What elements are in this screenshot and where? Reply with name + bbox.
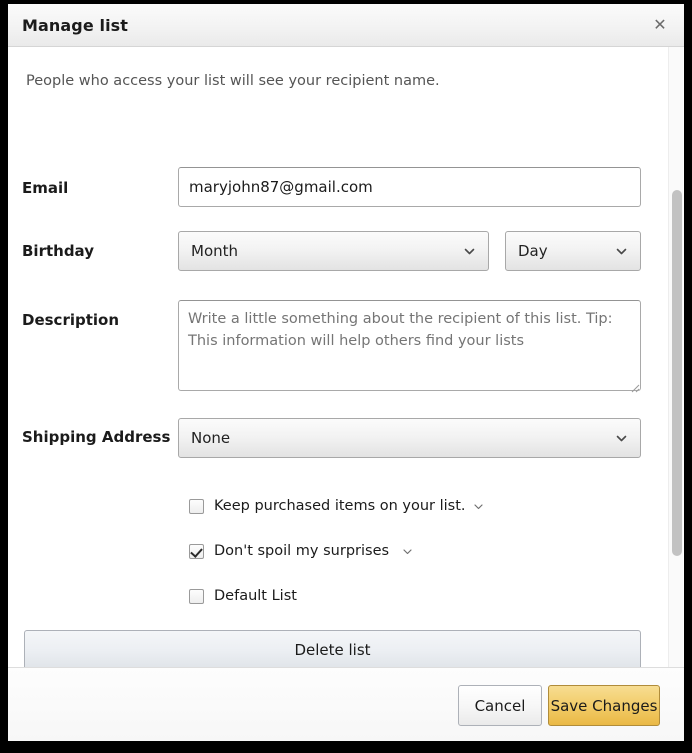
chevron-down-icon: [615, 432, 628, 445]
birthday-month-value: Month: [191, 242, 239, 260]
cancel-button[interactable]: Cancel: [458, 685, 542, 726]
checkbox-label-keep-purchased: Keep purchased items on your list.: [214, 498, 466, 514]
shipping-address-value: None: [191, 429, 231, 447]
dialog-footer: Cancel Save Changes: [8, 667, 684, 741]
dialog-body-content: People who access your list will see you…: [8, 47, 668, 667]
checkbox-label-default-list: Default List: [214, 588, 297, 604]
chevron-down-icon: [615, 245, 628, 258]
checkbox-dont-spoil[interactable]: [189, 543, 204, 559]
scrollbar-thumb[interactable]: [672, 190, 682, 556]
checkbox-row-default-list[interactable]: Default List: [189, 585, 297, 607]
birthday-day-select[interactable]: Day: [505, 231, 641, 271]
description-field[interactable]: [178, 300, 641, 391]
page-title: Manage list: [22, 16, 129, 35]
chevron-down-icon: [463, 245, 476, 258]
checkbox-row-dont-spoil[interactable]: Don't spoil my surprises: [189, 540, 413, 562]
intro-text: People who access your list will see you…: [26, 73, 440, 89]
checkbox-keep-purchased[interactable]: [189, 498, 204, 514]
birthday-month-select[interactable]: Month: [178, 231, 489, 271]
save-changes-button[interactable]: Save Changes: [548, 685, 660, 726]
close-icon[interactable]: ✕: [650, 15, 670, 35]
checkbox-default-list[interactable]: [189, 588, 204, 604]
scrollbar-track[interactable]: [668, 47, 683, 667]
shipping-address-label: Shipping Address: [22, 428, 171, 446]
checkbox-row-keep-purchased[interactable]: Keep purchased items on your list.: [189, 495, 484, 517]
checkbox-label-dont-spoil: Don't spoil my surprises: [214, 543, 390, 559]
email-label: Email: [22, 179, 69, 197]
birthday-label: Birthday: [22, 242, 94, 260]
birthday-day-value: Day: [518, 242, 548, 260]
dialog-body: People who access your list will see you…: [8, 47, 684, 667]
delete-list-button[interactable]: Delete list: [24, 630, 641, 667]
dialog-titlebar: Manage list ✕: [8, 4, 684, 47]
screenshot-frame: Manage list ✕ People who access your lis…: [0, 0, 692, 753]
manage-list-dialog: Manage list ✕ People who access your lis…: [8, 4, 684, 741]
chevron-down-icon[interactable]: [402, 546, 413, 557]
chevron-down-icon[interactable]: [473, 501, 484, 512]
shipping-address-select[interactable]: None: [178, 418, 641, 458]
email-field[interactable]: [178, 167, 641, 207]
description-label: Description: [22, 311, 120, 329]
